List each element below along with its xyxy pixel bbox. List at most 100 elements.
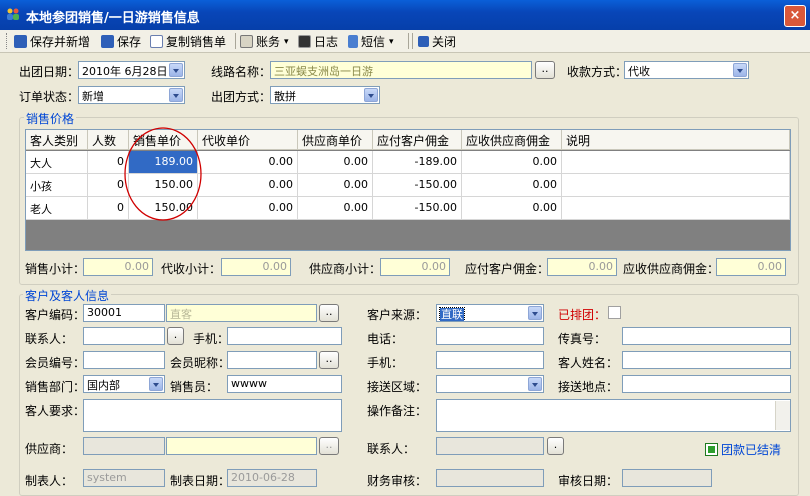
guest-name-field[interactable] bbox=[622, 351, 791, 369]
close-window-button[interactable]: × bbox=[784, 5, 806, 27]
table-cell[interactable]: 0.00 bbox=[462, 197, 562, 220]
fax-field[interactable] bbox=[622, 327, 791, 345]
supplier-name-field[interactable] bbox=[166, 437, 317, 455]
table-cell[interactable]: 0.00 bbox=[298, 174, 373, 197]
contact-select-button[interactable]: . bbox=[167, 327, 184, 345]
phone-label: 电话： bbox=[367, 332, 404, 346]
route-label: 线路名称： bbox=[211, 65, 272, 79]
log-button[interactable]: 日志 bbox=[298, 33, 338, 50]
customer-select-button[interactable]: .. bbox=[319, 304, 339, 322]
chevron-down-icon[interactable] bbox=[733, 63, 747, 77]
create-date-field[interactable]: 2010-06-28 bbox=[227, 469, 317, 487]
col-header[interactable]: 应收供应商佣金 bbox=[462, 130, 562, 150]
guest-name-label: 客人姓名： bbox=[558, 356, 619, 370]
route-select-button[interactable]: .. bbox=[535, 61, 555, 79]
member-no-field[interactable] bbox=[83, 351, 165, 369]
table-cell[interactable]: -150.00 bbox=[373, 174, 462, 197]
close-icon bbox=[418, 36, 429, 47]
table-cell[interactable]: 小孩 bbox=[26, 174, 88, 197]
col-header[interactable]: 供应商单价 bbox=[298, 130, 373, 150]
supplier-contact-label: 联系人： bbox=[367, 442, 416, 456]
member-no-label: 会员编号： bbox=[25, 356, 86, 370]
chevron-down-icon[interactable] bbox=[169, 63, 183, 77]
supplier-subtotal-field[interactable]: 0.00 bbox=[380, 258, 450, 276]
audit-date-field[interactable] bbox=[622, 469, 712, 487]
app-icon bbox=[7, 8, 19, 20]
table-cell[interactable]: 0.00 bbox=[462, 174, 562, 197]
recv-commission-field[interactable]: 0.00 bbox=[716, 258, 786, 276]
chevron-down-icon[interactable] bbox=[528, 306, 542, 320]
collect-subtotal-label: 代收小计： bbox=[161, 262, 222, 276]
table-cell[interactable]: 0.00 bbox=[462, 151, 562, 174]
member-select-button[interactable]: .. bbox=[319, 351, 339, 369]
customer-source-select[interactable]: 直联 bbox=[436, 304, 544, 322]
contact-label: 联系人： bbox=[25, 332, 74, 346]
toolbar-grip[interactable] bbox=[6, 33, 10, 49]
supplier-code-field[interactable] bbox=[83, 437, 165, 455]
mobile-field[interactable] bbox=[227, 327, 342, 345]
chevron-down-icon[interactable] bbox=[149, 377, 163, 391]
chevron-down-icon[interactable] bbox=[364, 88, 378, 102]
table-cell[interactable] bbox=[562, 197, 790, 220]
chevron-down-icon[interactable] bbox=[169, 88, 183, 102]
table-cell[interactable]: 大人 bbox=[26, 151, 88, 174]
dept-select[interactable]: 国内部 bbox=[83, 375, 165, 393]
order-status-select[interactable]: 新增 bbox=[78, 86, 185, 104]
table-cell[interactable]: 老人 bbox=[26, 197, 88, 220]
supplier-subtotal-label: 供应商小计： bbox=[309, 262, 382, 276]
depart-date-label: 出团日期： bbox=[19, 65, 80, 79]
guest-requirements-textarea[interactable] bbox=[83, 399, 342, 432]
group-mode-select[interactable]: 散拼 bbox=[270, 86, 380, 104]
save-and-new-button[interactable]: 保存并新增 bbox=[14, 33, 90, 50]
table-cell[interactable] bbox=[562, 174, 790, 197]
supplier-contact-button[interactable]: . bbox=[547, 437, 564, 455]
sale-subtotal-field[interactable]: 0.00 bbox=[83, 258, 153, 276]
sms-menu-button[interactable]: 短信 ▾ bbox=[348, 33, 394, 50]
scrollbar[interactable] bbox=[775, 401, 790, 430]
payment-select[interactable]: 代收 bbox=[624, 61, 749, 79]
table-cell[interactable] bbox=[562, 151, 790, 174]
member-nick-field[interactable] bbox=[227, 351, 317, 369]
phone-field[interactable] bbox=[436, 327, 544, 345]
customer-name-field[interactable]: 直客 bbox=[166, 304, 317, 322]
copy-icon bbox=[150, 35, 163, 48]
pickup-place-field[interactable] bbox=[622, 375, 791, 393]
pickup-place-label: 接送地点： bbox=[558, 380, 619, 394]
copy-sale-button[interactable]: 复制销售单 bbox=[150, 33, 226, 50]
finance-audit-field[interactable] bbox=[436, 469, 544, 487]
supplier-contact-field[interactable] bbox=[436, 437, 544, 455]
col-header[interactable]: 应付客户佣金 bbox=[373, 130, 462, 150]
mobile2-label: 手机： bbox=[367, 356, 404, 370]
customer-code-field[interactable]: 30001 bbox=[83, 304, 165, 322]
col-header[interactable]: 代收单价 bbox=[198, 130, 298, 150]
account-menu-button[interactable]: 账务 ▾ bbox=[240, 33, 289, 50]
table-cell[interactable]: -189.00 bbox=[373, 151, 462, 174]
grouped-checkbox[interactable] bbox=[608, 306, 621, 319]
table-cell[interactable]: -150.00 bbox=[373, 197, 462, 220]
table-cell[interactable]: 0.00 bbox=[198, 151, 298, 174]
creator-label: 制表人： bbox=[25, 474, 74, 488]
route-name-field[interactable]: 三亚蜈支洲岛一日游 bbox=[270, 61, 532, 79]
table-cell[interactable]: 0.00 bbox=[198, 197, 298, 220]
chevron-down-icon[interactable] bbox=[528, 377, 542, 391]
depart-date-picker[interactable]: 2010年 6月28日 bbox=[78, 61, 185, 79]
col-header[interactable]: 客人类别 bbox=[26, 130, 88, 150]
close-button[interactable]: 关闭 bbox=[418, 33, 456, 50]
table-cell[interactable]: 0.00 bbox=[298, 197, 373, 220]
contact-field[interactable] bbox=[83, 327, 165, 345]
operation-note-textarea[interactable] bbox=[436, 399, 791, 432]
dept-label: 销售部门： bbox=[25, 380, 86, 394]
pay-commission-field[interactable]: 0.00 bbox=[547, 258, 617, 276]
table-cell[interactable]: 0.00 bbox=[298, 151, 373, 174]
table-cell[interactable]: 0.00 bbox=[198, 174, 298, 197]
pickup-area-select[interactable] bbox=[436, 375, 544, 393]
supplier-select-button[interactable]: .. bbox=[319, 437, 339, 455]
salesman-field[interactable]: wwww bbox=[227, 375, 342, 393]
member-nick-label: 会员昵称： bbox=[170, 356, 231, 370]
settled-checkbox[interactable] bbox=[705, 443, 718, 456]
col-header[interactable]: 说明 bbox=[562, 130, 790, 150]
collect-subtotal-field[interactable]: 0.00 bbox=[221, 258, 291, 276]
creator-field[interactable]: system bbox=[83, 469, 165, 487]
mobile2-field[interactable] bbox=[436, 351, 544, 369]
save-button[interactable]: 保存 bbox=[101, 33, 141, 50]
